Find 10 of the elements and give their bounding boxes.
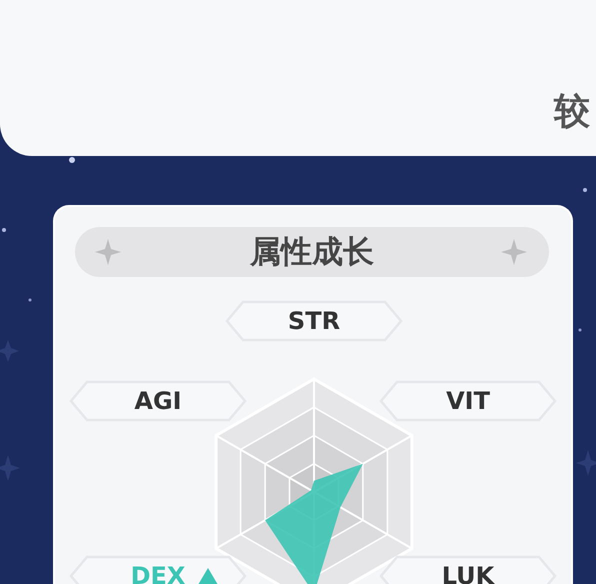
stat-label: VIT <box>379 380 557 422</box>
panel-title: 属性成长 <box>250 233 374 271</box>
stat-label: AGI <box>69 380 247 422</box>
sparkle-icon <box>95 239 121 265</box>
sparkle-icon <box>501 239 527 265</box>
star-dot <box>69 157 75 163</box>
stat-label: STR <box>225 300 403 342</box>
stat-label: LUK <box>379 555 557 584</box>
card-text: 较 <box>554 94 590 130</box>
stat-label: DEX <box>69 555 247 584</box>
